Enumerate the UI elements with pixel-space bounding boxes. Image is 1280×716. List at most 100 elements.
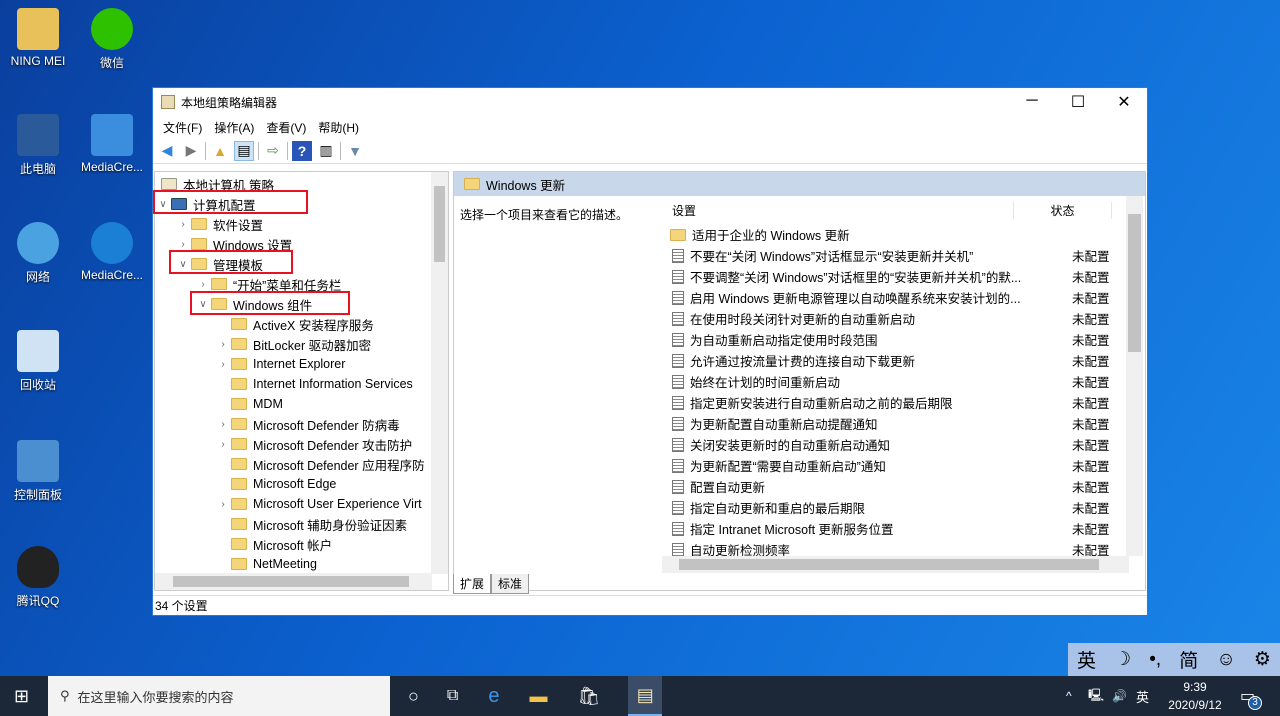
- show-action-pane-icon[interactable]: ▥: [316, 141, 336, 161]
- moon-icon[interactable]: ☽: [1114, 648, 1131, 671]
- column-setting[interactable]: 设置: [662, 202, 1014, 219]
- setting-name: 始终在计划的时间重新启动: [690, 372, 1045, 391]
- export-list-icon[interactable]: ⇨: [263, 141, 283, 161]
- desktop-icon-user[interactable]: NING MEI: [0, 8, 76, 68]
- list-item[interactable]: 允许通过按流量计费的连接自动下载更新未配置: [662, 350, 1129, 371]
- chevron-right-icon[interactable]: ›: [175, 239, 191, 250]
- tree-item-software-settings[interactable]: ›软件设置: [175, 214, 263, 234]
- gear-icon[interactable]: ⚙: [1254, 648, 1271, 671]
- cortana-icon[interactable]: ○: [408, 686, 419, 707]
- show-hide-tree-icon[interactable]: ▤: [234, 141, 254, 161]
- menu-file[interactable]: 文件(F): [157, 119, 208, 136]
- ime-lang[interactable]: 英: [1077, 646, 1096, 673]
- desktop-icon-mediacreation2[interactable]: MediaCre...: [74, 222, 150, 282]
- tree-item[interactable]: ›Microsoft Defender 攻击防护: [215, 434, 412, 454]
- list-item[interactable]: 配置自动更新未配置: [662, 476, 1129, 497]
- tree-horizontal-scrollbar[interactable]: [155, 573, 432, 590]
- ime-simplified[interactable]: 简: [1179, 646, 1198, 673]
- list-item[interactable]: 启用 Windows 更新电源管理以自动唤醒系统来安装计划的...未配置: [662, 287, 1129, 308]
- tree-item[interactable]: MDM: [215, 394, 283, 414]
- setting-name: 配置自动更新: [690, 477, 1045, 496]
- tab-standard[interactable]: 标准: [491, 574, 529, 594]
- label: 适用于企业的 Windows 更新: [692, 225, 850, 244]
- policy-setting-icon: [672, 543, 684, 557]
- tree-item[interactable]: › Microsoft User Experience Virt: [215, 494, 422, 514]
- help-icon[interactable]: ?: [292, 141, 312, 161]
- setting-name: 在使用时段关闭针对更新的自动重新启动: [690, 309, 1045, 328]
- ime-toolbar: 英 ☽ •, 简 ☺ ⚙: [1068, 643, 1280, 676]
- list-horizontal-scrollbar[interactable]: [662, 556, 1129, 573]
- chevron-right-icon[interactable]: ›: [195, 279, 211, 290]
- list-vertical-scrollbar[interactable]: [1126, 196, 1143, 556]
- close-button[interactable]: ✕: [1101, 92, 1147, 112]
- chevron-right-icon[interactable]: ›: [215, 359, 231, 370]
- store-icon[interactable]: 🛍: [577, 686, 600, 707]
- up-folder-icon[interactable]: ▲: [210, 141, 230, 161]
- clock[interactable]: 9:392020/9/12: [1158, 678, 1232, 714]
- tree-item[interactable]: Microsoft 辅助身份验证因素: [215, 514, 407, 534]
- list-item[interactable]: 在使用时段关闭针对更新的自动重新启动未配置: [662, 308, 1129, 329]
- edge-icon[interactable]: e: [488, 685, 499, 708]
- input-lang[interactable]: 英: [1136, 687, 1149, 706]
- tree-item[interactable]: Microsoft Defender 应用程序防: [215, 454, 425, 474]
- chevron-right-icon[interactable]: ›: [215, 339, 231, 350]
- chevron-right-icon[interactable]: ›: [215, 439, 231, 450]
- taskbar-search[interactable]: ⚲在这里输入你要搜索的内容: [48, 676, 390, 716]
- chevron-right-icon[interactable]: ›: [215, 499, 231, 510]
- menu-view[interactable]: 查看(V): [260, 119, 312, 136]
- back-icon[interactable]: ◀: [157, 141, 177, 161]
- list-item-folder[interactable]: 适用于企业的 Windows 更新: [662, 224, 1129, 245]
- desktop-icon-recycle-bin[interactable]: 回收站: [0, 330, 76, 393]
- label: Microsoft User Experience Virt: [253, 497, 422, 511]
- menu-action[interactable]: 操作(A): [208, 119, 260, 136]
- maximize-button[interactable]: ☐: [1055, 92, 1101, 112]
- tree-item[interactable]: ›Internet Explorer: [215, 354, 345, 374]
- chevron-right-icon[interactable]: ›: [175, 219, 191, 230]
- task-view-icon[interactable]: ⧉: [447, 687, 458, 705]
- tree-item[interactable]: ›BitLocker 驱动器加密: [215, 334, 371, 354]
- list-item[interactable]: 为更新配置“需要自动重新启动”通知未配置: [662, 455, 1129, 476]
- forward-icon[interactable]: ▶: [181, 141, 201, 161]
- list-item[interactable]: 关闭安装更新时的自动重新启动通知未配置: [662, 434, 1129, 455]
- gpedit-taskbar-icon[interactable]: ▤: [628, 676, 662, 716]
- chevron-right-icon[interactable]: ›: [215, 419, 231, 430]
- highlight-box: [153, 190, 308, 214]
- list-item[interactable]: 为自动重新启动指定使用时段范围未配置: [662, 329, 1129, 350]
- list-item[interactable]: 不要调整“关闭 Windows”对话框里的“安装更新并关机”的默...未配置: [662, 266, 1129, 287]
- network-icon[interactable]: 🖳: [1088, 686, 1104, 707]
- policy-setting-icon: [672, 312, 684, 326]
- punctuation-icon[interactable]: •,: [1149, 649, 1161, 671]
- desktop-icon-mediacreation1[interactable]: MediaCre...: [74, 114, 150, 174]
- minimize-button[interactable]: ─: [1009, 92, 1055, 112]
- tab-extended[interactable]: 扩展: [453, 574, 491, 594]
- volume-icon[interactable]: 🔊: [1112, 689, 1127, 703]
- tree-item[interactable]: NetMeeting: [215, 554, 317, 574]
- list-item[interactable]: 指定更新安装进行自动重新启动之前的最后期限未配置: [662, 392, 1129, 413]
- list-item[interactable]: 指定 Intranet Microsoft 更新服务位置未配置: [662, 518, 1129, 539]
- column-status[interactable]: 状态: [1014, 202, 1112, 219]
- desktop-icon-control-panel[interactable]: 控制面板: [0, 440, 76, 503]
- list-item[interactable]: 为更新配置自动重新启动提醒通知未配置: [662, 413, 1129, 434]
- policy-setting-icon: [672, 522, 684, 536]
- windows-start-icon[interactable]: ⊞: [14, 686, 29, 707]
- desktop-icon-network[interactable]: 网络: [0, 222, 76, 285]
- desktop-icon-this-pc[interactable]: 此电脑: [0, 114, 76, 177]
- tree-item[interactable]: Microsoft 帐户: [215, 534, 332, 554]
- menu-help[interactable]: 帮助(H): [312, 119, 365, 136]
- list-item[interactable]: 不要在“关闭 Windows”对话框显示“安装更新并关机”未配置: [662, 245, 1129, 266]
- file-explorer-icon[interactable]: ▬: [529, 686, 547, 707]
- desktop-icon-wechat[interactable]: 微信: [74, 8, 150, 71]
- policy-setting-icon: [672, 291, 684, 305]
- tree-item[interactable]: Internet Information Services: [215, 374, 413, 394]
- desktop-icon-qq[interactable]: 腾讯QQ: [0, 546, 76, 609]
- tree-item[interactable]: Microsoft Edge: [215, 474, 336, 494]
- setting-status: 未配置: [1045, 246, 1110, 265]
- list-item[interactable]: 始终在计划的时间重新启动未配置: [662, 371, 1129, 392]
- list-item[interactable]: 指定自动更新和重启的最后期限未配置: [662, 497, 1129, 518]
- chevron-up-icon[interactable]: ^: [1066, 689, 1072, 703]
- emoji-icon[interactable]: ☺: [1216, 649, 1235, 671]
- tree-vertical-scrollbar[interactable]: [431, 172, 448, 574]
- filter-icon[interactable]: ▼: [345, 141, 365, 161]
- tree-item[interactable]: ActiveX 安装程序服务: [215, 314, 374, 334]
- tree-item[interactable]: ›Microsoft Defender 防病毒: [215, 414, 400, 434]
